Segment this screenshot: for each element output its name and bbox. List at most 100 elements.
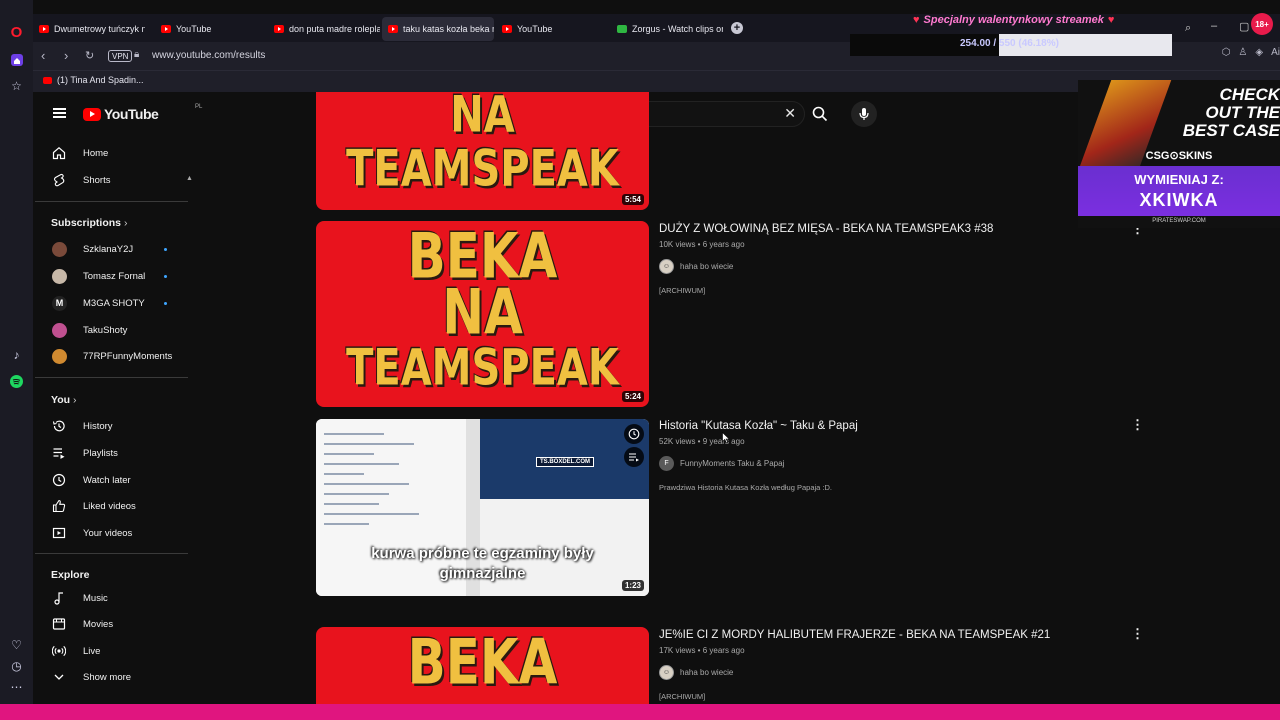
watch-later-button[interactable] — [624, 424, 644, 444]
sidebar-item-subscription[interactable]: Tomasz Fornal — [35, 264, 190, 288]
home-icon[interactable] — [6, 49, 27, 70]
thumbnail-text: TEAMSPEAK — [346, 140, 619, 198]
new-tab-button[interactable]: + — [731, 22, 743, 34]
more-actions-icon[interactable]: ⋮ — [1131, 627, 1144, 640]
stream-bottom-bar — [0, 704, 1280, 720]
toolbar-buttons: ⬡ ♙ ◈ Ai — [1222, 47, 1280, 58]
more-icon[interactable]: ⋯ — [6, 676, 27, 697]
channel-link[interactable]: ☺ haha bo wiecie — [659, 259, 733, 274]
thumbnail-text: NA — [442, 275, 523, 349]
add-to-queue-button[interactable] — [624, 447, 644, 467]
tab-label: don puta madre roleplay — [289, 24, 380, 34]
search-tabs-icon[interactable]: ⌕ — [1185, 22, 1191, 35]
sidebar-item-live[interactable]: Live — [35, 639, 190, 663]
video-description: Prawdziwa Historia Kutasa Kozła według P… — [659, 483, 833, 492]
video-thumbnail[interactable]: BEKA — [316, 627, 649, 704]
sidebar-item-music[interactable]: Music — [35, 586, 190, 610]
you-heading[interactable]: You › — [51, 394, 76, 406]
sidebar-label: Live — [83, 645, 101, 657]
video-title[interactable]: DUŻY Z WOŁOWINĄ BEZ MIĘSA - BEKA NA TEAM… — [659, 223, 993, 235]
new-content-dot — [164, 274, 167, 278]
sidebar-item-movies[interactable]: Movies — [35, 612, 190, 636]
subscriptions-heading[interactable]: Subscriptions › — [51, 217, 127, 229]
clear-search-icon[interactable]: ✕ — [784, 105, 796, 122]
spotify-icon[interactable] — [6, 371, 27, 392]
history-icon — [51, 418, 67, 434]
explore-heading: Explore — [51, 569, 90, 581]
video-title[interactable]: JE%IE CI Z MORDY HALIBUTEM FRAJERZE - BE… — [659, 629, 1050, 641]
heart-icon[interactable]: ♡ — [6, 634, 27, 655]
ai-icon[interactable]: Ai — [1271, 47, 1280, 58]
video-title[interactable]: Historia "Kutasa Kozła" ~ Taku & Papaj — [659, 420, 858, 432]
voice-search-button[interactable] — [851, 101, 877, 127]
tab-label: YouTube — [176, 24, 212, 34]
new-content-dot — [164, 301, 167, 305]
screen: O ☆ ♪ ♡ ◷ ⋯ Dwumetrowy tuńczyk nie YouTu… — [0, 0, 1280, 720]
sidebar-label: Tomasz Fornal — [83, 270, 146, 282]
more-actions-icon[interactable]: ⋮ — [1131, 418, 1144, 431]
duration-badge: 5:24 — [621, 391, 644, 402]
sidebar-item-liked-videos[interactable]: Liked videos — [35, 494, 190, 518]
youtube-play-icon — [83, 107, 101, 121]
sidebar-label: Music — [83, 592, 108, 604]
sidebar-label: Home — [83, 147, 109, 159]
sidebar-divider — [35, 553, 188, 554]
youtube-logo[interactable]: YouTube PL — [83, 104, 202, 122]
heart-icon: ♥ — [913, 14, 920, 26]
channel-avatar: ☺ — [659, 665, 674, 680]
browser-tab[interactable]: YouTube — [496, 17, 608, 41]
sidebar-item-home[interactable]: Home — [35, 141, 190, 165]
thumbnail-detail — [324, 453, 374, 455]
sidebar-item-watch-later[interactable]: Watch later — [35, 468, 190, 492]
clock-icon — [628, 428, 640, 440]
sidebar-item-subscription[interactable]: SzklanaY2J — [35, 237, 190, 261]
history-clock-icon[interactable]: ◷ — [6, 655, 27, 676]
browser-tab[interactable]: don puta madre roleplay — [268, 17, 380, 41]
tiktok-icon[interactable]: ♪ — [6, 344, 27, 365]
sidebar-item-your-videos[interactable]: Your videos — [35, 521, 190, 545]
url-field[interactable]: www.youtube.com/results — [152, 50, 265, 61]
menu-icon[interactable] — [53, 108, 66, 118]
search-button[interactable] — [805, 101, 835, 127]
extension-icon[interactable]: ⬡ — [1222, 47, 1231, 58]
browser-tab[interactable]: YouTube — [155, 17, 267, 41]
forward-icon[interactable]: › — [64, 48, 68, 63]
opera-logo-icon[interactable]: O — [6, 22, 27, 43]
your-videos-icon — [51, 525, 67, 541]
video-thumbnail[interactable]: TS.BOXDEL.COM kurwa próbne te egzaminy b… — [316, 419, 649, 596]
video-thumbnail[interactable]: BEKA NA TEAMSPEAK 5:24 — [316, 221, 649, 407]
reload-icon[interactable]: ↻ — [85, 49, 94, 62]
ad-cta: WYMIENIAJ Z: — [1134, 172, 1224, 187]
sidebar-item-shorts[interactable]: Shorts — [35, 168, 190, 192]
avatar: M — [52, 295, 67, 311]
channel-link[interactable]: ☺ haha bo wiecie — [659, 665, 733, 680]
lock-icon[interactable]: 🔒︎ — [134, 49, 139, 60]
bookmark-item[interactable]: (1) Tina And Spadin... — [43, 75, 144, 85]
sidebar-item-history[interactable]: History — [35, 414, 190, 438]
sidebar-item-subscription[interactable]: TakuShoty — [35, 318, 190, 342]
sidebar-item-playlists[interactable]: Playlists — [35, 441, 190, 465]
thumbnail-detail — [324, 443, 414, 445]
maximize-icon[interactable]: ▢ — [1239, 20, 1249, 33]
browser-tab[interactable]: Zorgus - Watch clips on K — [611, 17, 723, 41]
video-thumbnail[interactable]: NA TEAMSPEAK 5:54 — [316, 92, 649, 210]
minimize-icon[interactable]: – — [1211, 20, 1217, 32]
sidebar-item-subscription[interactable]: 77RPFunnyMoments — [35, 344, 190, 368]
pinboard-icon[interactable]: ☆ — [6, 75, 27, 96]
browser-tab-active[interactable]: taku katas kozła beka na — [382, 17, 494, 41]
channel-link[interactable]: F FunnyMoments Taku & Papaj — [659, 456, 784, 471]
browser-tab[interactable]: Dwumetrowy tuńczyk nie — [33, 17, 145, 41]
sidebar-label: SzklanaY2J — [83, 243, 134, 255]
thumbs-up-icon — [51, 498, 67, 514]
back-icon[interactable]: ‹ — [41, 48, 45, 63]
sidebar-item-show-more[interactable]: Show more — [35, 665, 190, 689]
kick-favicon-icon — [617, 25, 627, 33]
chevron-down-icon — [51, 669, 67, 685]
vpn-badge[interactable]: VPN — [108, 50, 133, 62]
live-icon — [51, 643, 67, 659]
sidebar-label: Liked videos — [83, 500, 136, 512]
profile-icon[interactable]: ♙ — [1238, 47, 1247, 58]
browser-sidebar: O ☆ ♪ ♡ ◷ ⋯ — [0, 0, 33, 720]
cube-icon[interactable]: ◈ — [1255, 47, 1263, 58]
sidebar-item-subscription[interactable]: M M3GA SHOTY — [35, 291, 190, 315]
